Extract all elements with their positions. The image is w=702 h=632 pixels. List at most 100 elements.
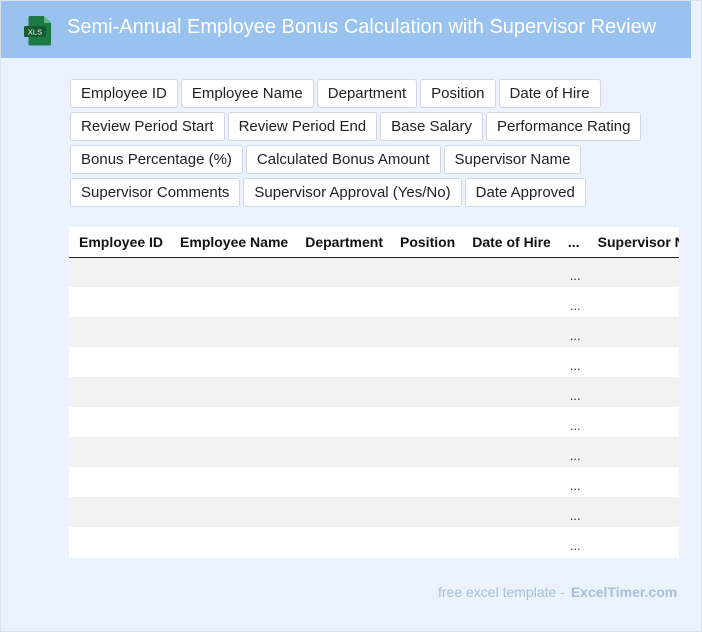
table-cell[interactable]: ... bbox=[557, 437, 588, 467]
table-cell[interactable] bbox=[170, 527, 296, 557]
table-cell[interactable] bbox=[170, 317, 296, 347]
table-row: ... bbox=[69, 497, 679, 527]
table-cell[interactable]: ... bbox=[557, 467, 588, 497]
table-cell[interactable] bbox=[390, 257, 463, 287]
table-cell[interactable]: ... bbox=[557, 257, 588, 287]
table-cell[interactable] bbox=[390, 437, 463, 467]
table-cell[interactable] bbox=[587, 317, 679, 347]
table-cell[interactable] bbox=[170, 467, 296, 497]
column-header: Supervisor Name bbox=[587, 227, 679, 258]
field-tag: Employee Name bbox=[180, 79, 314, 108]
table-cell[interactable] bbox=[462, 527, 558, 557]
table-cell[interactable] bbox=[295, 257, 390, 287]
table-cell[interactable]: ... bbox=[557, 407, 588, 437]
field-tag: Position bbox=[420, 79, 496, 108]
column-header: Date of Hire bbox=[462, 227, 558, 258]
table-cell[interactable] bbox=[295, 407, 390, 437]
table-cell[interactable] bbox=[390, 527, 463, 557]
table-cell[interactable] bbox=[462, 407, 558, 437]
table-cell[interactable]: ... bbox=[557, 347, 588, 377]
table-cell[interactable] bbox=[69, 407, 171, 437]
table-cell[interactable] bbox=[587, 527, 679, 557]
table-cell[interactable] bbox=[295, 497, 390, 527]
table-cell[interactable] bbox=[69, 287, 171, 317]
column-header: Position bbox=[390, 227, 463, 258]
column-header: Employee Name bbox=[170, 227, 296, 258]
footer-brand-link[interactable]: ExcelTimer.com bbox=[571, 584, 677, 600]
field-tag-list: Employee ID Employee Name Department Positi… bbox=[70, 79, 670, 207]
field-tag: Department bbox=[316, 79, 418, 108]
table-cell[interactable] bbox=[587, 407, 679, 437]
table-cell[interactable] bbox=[462, 257, 558, 287]
field-tag: Date of Hire bbox=[498, 79, 601, 108]
table-cell[interactable]: ... bbox=[557, 527, 588, 557]
table-cell[interactable] bbox=[462, 467, 558, 497]
column-header: Employee ID bbox=[69, 227, 171, 258]
table-row: ... bbox=[69, 467, 679, 497]
table-header-row: Employee ID Employee Name Department Positi… bbox=[69, 227, 679, 258]
table-cell[interactable] bbox=[295, 377, 390, 407]
table-cell[interactable] bbox=[69, 257, 171, 287]
table-cell[interactable] bbox=[390, 377, 463, 407]
table-cell[interactable] bbox=[587, 287, 679, 317]
table-cell[interactable] bbox=[390, 317, 463, 347]
footer: free excel template - ExcelTimer.com bbox=[438, 584, 677, 600]
field-tag: Performance Rating bbox=[486, 112, 642, 141]
table-cell[interactable] bbox=[390, 347, 463, 377]
table-row: ... bbox=[69, 257, 679, 287]
column-header: Department bbox=[295, 227, 390, 258]
table-cell[interactable] bbox=[295, 347, 390, 377]
table-row: ... bbox=[69, 377, 679, 407]
table-cell[interactable] bbox=[170, 377, 296, 407]
field-tag: Supervisor Approval (Yes/No) bbox=[243, 178, 462, 207]
table-cell[interactable] bbox=[462, 347, 558, 377]
table-cell[interactable]: ... bbox=[557, 317, 588, 347]
table-cell[interactable] bbox=[295, 317, 390, 347]
field-tag: Bonus Percentage (%) bbox=[70, 145, 243, 174]
table-cell[interactable] bbox=[69, 497, 171, 527]
table-row: ... bbox=[69, 407, 679, 437]
table-cell[interactable] bbox=[295, 287, 390, 317]
table-cell[interactable] bbox=[295, 527, 390, 557]
table-cell[interactable] bbox=[462, 377, 558, 407]
table-cell[interactable] bbox=[390, 407, 463, 437]
table-cell[interactable] bbox=[390, 467, 463, 497]
table-cell[interactable] bbox=[587, 467, 679, 497]
table-cell[interactable] bbox=[170, 347, 296, 377]
table-cell[interactable] bbox=[295, 467, 390, 497]
table-cell[interactable] bbox=[587, 347, 679, 377]
table-cell[interactable] bbox=[170, 287, 296, 317]
table-cell[interactable] bbox=[69, 347, 171, 377]
table-cell[interactable] bbox=[170, 407, 296, 437]
table-cell[interactable] bbox=[462, 497, 558, 527]
table-cell[interactable]: ... bbox=[557, 287, 588, 317]
table-row: ... bbox=[69, 527, 679, 557]
field-tag: Date Approved bbox=[464, 178, 586, 207]
table-cell[interactable] bbox=[69, 317, 171, 347]
table-cell[interactable] bbox=[390, 497, 463, 527]
table-cell[interactable] bbox=[587, 437, 679, 467]
table-cell[interactable]: ... bbox=[557, 377, 588, 407]
table-cell[interactable] bbox=[587, 497, 679, 527]
table-cell[interactable] bbox=[69, 377, 171, 407]
footer-text: free excel template - bbox=[438, 584, 565, 600]
page-frame: XLS Semi-Annual Employee Bonus Calculati… bbox=[0, 0, 702, 632]
table-row: ... bbox=[69, 347, 679, 377]
table-cell[interactable] bbox=[170, 497, 296, 527]
table-cell[interactable] bbox=[170, 257, 296, 287]
field-tag: Calculated Bonus Amount bbox=[245, 145, 441, 174]
field-tag: Review Period End bbox=[227, 112, 378, 141]
table-cell[interactable] bbox=[462, 287, 558, 317]
table-cell[interactable] bbox=[462, 317, 558, 347]
table-cell[interactable] bbox=[170, 437, 296, 467]
table-cell[interactable] bbox=[69, 437, 171, 467]
table-cell[interactable] bbox=[69, 527, 171, 557]
table-cell[interactable] bbox=[462, 437, 558, 467]
table-cell[interactable]: ... bbox=[557, 497, 588, 527]
field-tag: Review Period Start bbox=[70, 112, 225, 141]
table-cell[interactable] bbox=[390, 287, 463, 317]
table-cell[interactable] bbox=[587, 257, 679, 287]
table-cell[interactable] bbox=[69, 467, 171, 497]
table-cell[interactable] bbox=[295, 437, 390, 467]
table-cell[interactable] bbox=[587, 377, 679, 407]
